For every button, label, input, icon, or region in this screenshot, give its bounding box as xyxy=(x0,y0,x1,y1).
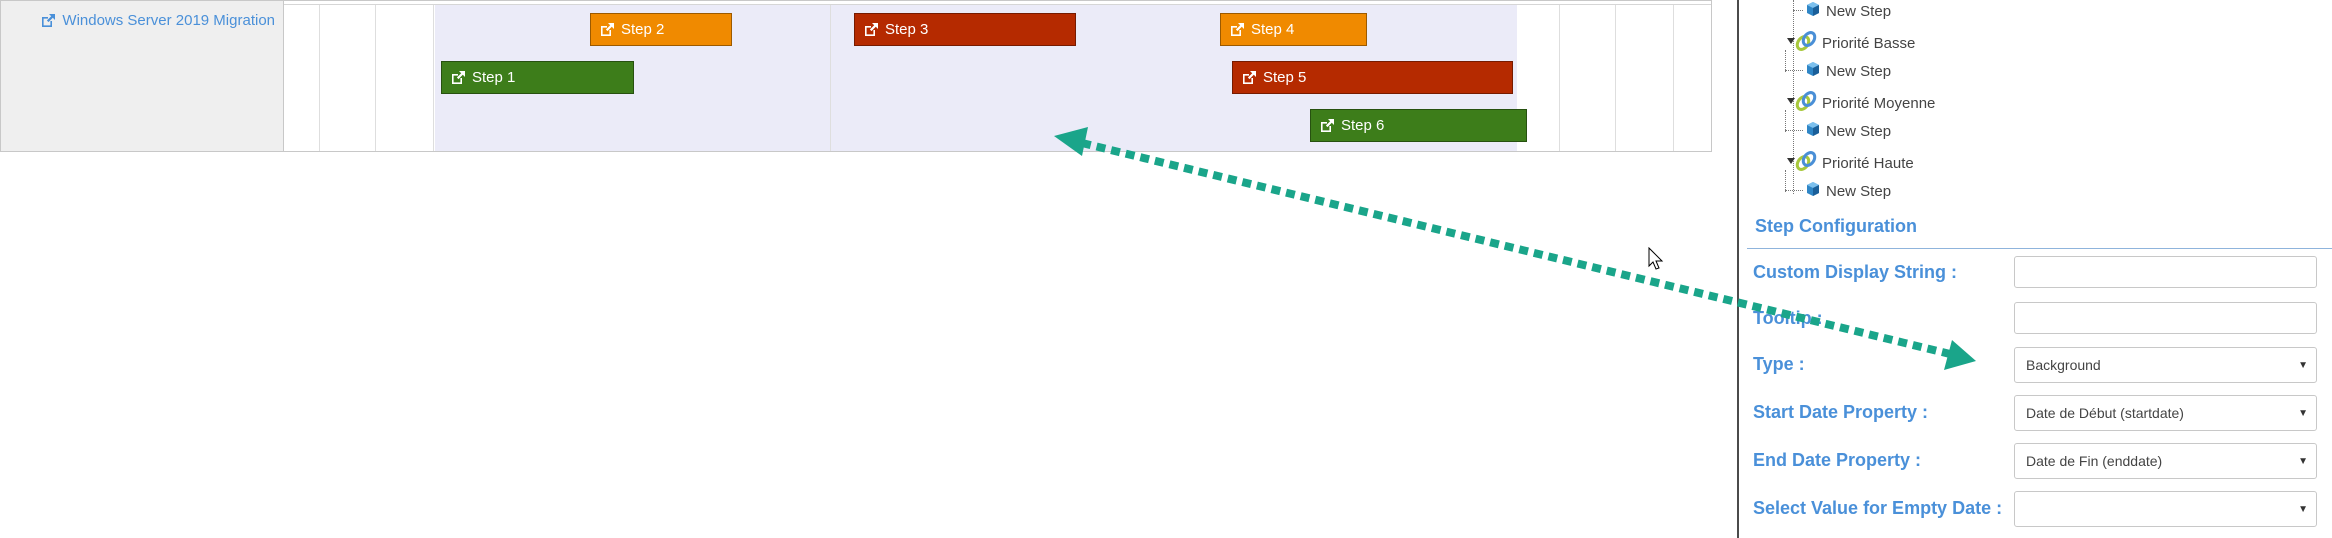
mouse-cursor-icon xyxy=(1648,246,1664,276)
tree-item-priorite-basse[interactable]: Priorité Basse xyxy=(1795,30,1915,56)
grid-line xyxy=(375,5,376,151)
caret-down-icon: ▼ xyxy=(2298,504,2308,515)
tree-item-label: New Step xyxy=(1826,2,1892,20)
cube-icon xyxy=(1805,181,1821,201)
row-label-text: Windows Server 2019 Migration xyxy=(62,12,275,29)
task-label: Step 2 xyxy=(621,21,665,38)
tooltip-label: Tooltip : xyxy=(1753,308,1823,328)
row-link[interactable]: Windows Server 2019 Migration xyxy=(40,12,275,29)
type-label: Type : xyxy=(1753,354,1805,374)
tree-connector xyxy=(1785,110,1787,132)
end-date-select[interactable]: Date de Fin (enddate) ▼ xyxy=(2014,443,2317,479)
external-link-icon xyxy=(599,22,615,38)
gantt-row-header: Windows Server 2019 Migration xyxy=(1,1,284,151)
link-icon xyxy=(1795,150,1817,176)
cube-icon xyxy=(1805,1,1821,21)
empty-date-label: Select Value for Empty Date : xyxy=(1753,498,2003,518)
cube-icon xyxy=(1805,121,1821,141)
type-select-value: Background xyxy=(2026,357,2101,373)
tree-item-label: New Step xyxy=(1826,122,1892,140)
external-link-icon xyxy=(450,70,466,86)
tree-toggle-icon[interactable] xyxy=(1787,98,1795,104)
caret-down-icon: ▼ xyxy=(2298,360,2308,371)
start-date-select-value: Date de Début (startdate) xyxy=(2026,405,2184,421)
tree-item-label: New Step xyxy=(1826,182,1892,200)
task-bar-step-4[interactable]: Step 4 xyxy=(1220,13,1367,46)
cube-icon xyxy=(1805,61,1821,81)
external-link-icon xyxy=(40,13,56,29)
grid-line xyxy=(1673,5,1674,151)
custom-display-label: Custom Display String : xyxy=(1753,262,1958,282)
tree-toggle-icon[interactable] xyxy=(1787,158,1795,164)
task-label: Step 4 xyxy=(1251,21,1295,38)
task-bar-step-5[interactable]: Step 5 xyxy=(1232,61,1513,94)
tree-item-label: Priorité Moyenne xyxy=(1822,94,1936,112)
tree-connector xyxy=(1785,70,1803,72)
tree-item-new-step[interactable]: New Step xyxy=(1805,181,1891,201)
task-label: Step 5 xyxy=(1263,69,1307,86)
link-icon xyxy=(1795,90,1817,116)
tree-connector xyxy=(1785,50,1787,72)
start-date-select[interactable]: Date de Début (startdate) ▼ xyxy=(2014,395,2317,431)
grid-line xyxy=(319,5,320,151)
tree-item-new-step[interactable]: New Step xyxy=(1805,121,1891,141)
task-label: Step 3 xyxy=(885,21,929,38)
grid-line xyxy=(433,5,434,151)
task-label: Step 6 xyxy=(1341,117,1385,134)
link-icon xyxy=(1795,30,1817,56)
task-bar-step-6[interactable]: Step 6 xyxy=(1310,109,1527,142)
task-label: Step 1 xyxy=(472,69,516,86)
custom-display-input[interactable] xyxy=(2014,256,2317,288)
tree-connector xyxy=(1793,10,1803,12)
tooltip-input[interactable] xyxy=(2014,302,2317,334)
grid-line xyxy=(830,5,831,151)
tree-item-new-step[interactable]: New Step xyxy=(1805,61,1891,81)
end-date-select-value: Date de Fin (enddate) xyxy=(2026,453,2163,469)
tree-connector xyxy=(1785,130,1803,132)
empty-date-select[interactable]: ▼ xyxy=(2014,491,2317,527)
gantt-chart: Windows Server 2019 Migration Step 2 Ste… xyxy=(0,0,1712,152)
external-link-icon xyxy=(1319,118,1335,134)
tree-item-new-step[interactable]: New Step xyxy=(1805,1,1891,21)
caret-down-icon: ▼ xyxy=(2298,456,2308,467)
task-bar-step-1[interactable]: Step 1 xyxy=(441,61,634,94)
tree-connector xyxy=(1785,190,1803,192)
external-link-icon xyxy=(1229,22,1245,38)
tree-item-label: Priorité Haute xyxy=(1822,154,1914,172)
type-select[interactable]: Background ▼ xyxy=(2014,347,2317,383)
external-link-icon xyxy=(1241,70,1257,86)
tree-item-priorite-moyenne[interactable]: Priorité Moyenne xyxy=(1795,90,1935,116)
section-divider xyxy=(1747,248,2332,249)
caret-down-icon: ▼ xyxy=(2298,408,2308,419)
config-panel: New Step Priorité Basse New Step Priorit… xyxy=(1739,0,2332,538)
tree-connector xyxy=(1785,170,1787,192)
section-title: Step Configuration xyxy=(1755,216,1917,236)
task-bar-step-3[interactable]: Step 3 xyxy=(854,13,1076,46)
tree-item-label: New Step xyxy=(1826,62,1892,80)
start-date-label: Start Date Property : xyxy=(1753,402,1929,422)
tree-toggle-icon[interactable] xyxy=(1787,38,1795,44)
grid-line xyxy=(1559,5,1560,151)
task-bar-step-2[interactable]: Step 2 xyxy=(590,13,732,46)
end-date-label: End Date Property : xyxy=(1753,450,1922,470)
tree-item-label: Priorité Basse xyxy=(1822,34,1916,52)
grid-line xyxy=(1615,5,1616,151)
tree-item-priorite-haute[interactable]: Priorité Haute xyxy=(1795,150,1914,176)
external-link-icon xyxy=(863,22,879,38)
